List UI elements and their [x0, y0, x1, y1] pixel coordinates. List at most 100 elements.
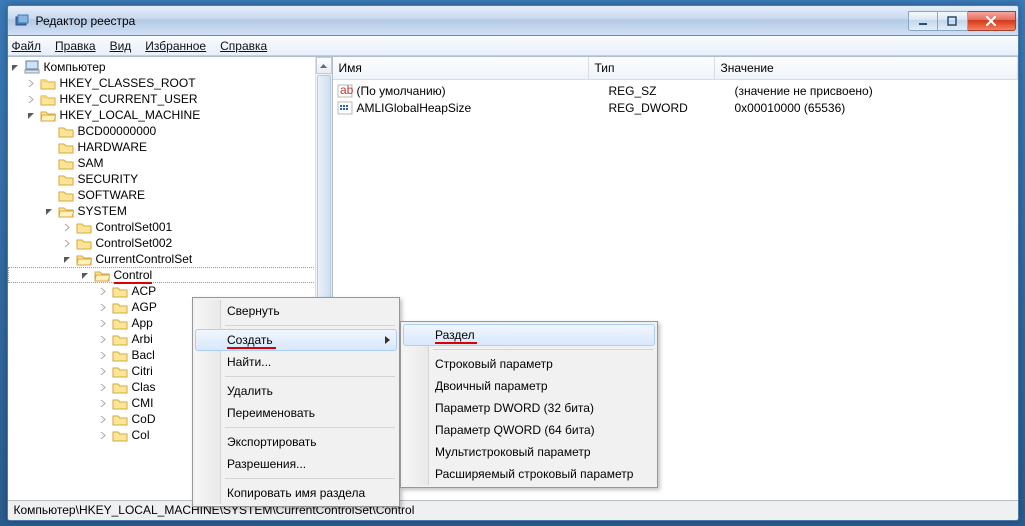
column-headers: Имя Тип Значение — [333, 57, 1018, 80]
ctx-export[interactable]: Экспортировать — [195, 431, 397, 453]
menu-help[interactable]: Справка — [220, 39, 267, 53]
chevron-right-icon[interactable] — [62, 221, 74, 233]
folder-icon — [112, 428, 128, 442]
folder-icon — [112, 284, 128, 298]
close-button[interactable] — [968, 11, 1016, 31]
ctx-new-binary[interactable]: Двоичный параметр — [403, 375, 655, 397]
folder-icon — [40, 76, 56, 90]
ctx-collapse[interactable]: Свернуть — [195, 300, 397, 322]
menu-view[interactable]: Вид — [110, 39, 132, 53]
folder-open-icon — [94, 268, 110, 282]
ctx-create[interactable]: Создать — [195, 329, 397, 351]
tree-item[interactable]: ControlSet002 — [8, 235, 332, 251]
column-value[interactable]: Значение — [715, 57, 1018, 79]
folder-open-icon — [58, 204, 74, 218]
chevron-right-icon[interactable] — [98, 381, 110, 393]
chevron-down-icon[interactable] — [26, 109, 38, 121]
svg-text:ab: ab — [340, 83, 353, 97]
folder-icon — [112, 316, 128, 330]
chevron-right-icon[interactable] — [98, 301, 110, 313]
chevron-down-icon[interactable] — [62, 253, 74, 265]
menu-file[interactable]: Файл — [12, 39, 42, 53]
value-data: 0x00010000 (65536) — [735, 101, 1018, 115]
column-name[interactable]: Имя — [333, 57, 589, 79]
menu-bar: Файл Правка Вид Избранное Справка — [8, 36, 1018, 56]
chevron-right-icon[interactable] — [26, 77, 38, 89]
maximize-button[interactable] — [938, 11, 968, 31]
ctx-find[interactable]: Найти... — [195, 351, 397, 373]
value-name: (По умолчанию) — [357, 84, 609, 98]
chevron-right-icon[interactable] — [98, 285, 110, 297]
tree-item[interactable]: HKEY_LOCAL_MACHINE — [8, 107, 332, 123]
folder-icon — [112, 380, 128, 394]
tree-item[interactable]: SAM — [8, 155, 332, 171]
chevron-right-icon[interactable] — [98, 413, 110, 425]
ctx-copyname[interactable]: Копировать имя раздела — [195, 482, 397, 504]
chevron-right-icon[interactable] — [26, 93, 38, 105]
folder-icon — [58, 140, 74, 154]
ctx-new-key[interactable]: Раздел — [403, 324, 655, 346]
folder-icon — [58, 172, 74, 186]
value-type: REG_SZ — [609, 84, 735, 98]
value-type: REG_DWORD — [609, 101, 735, 115]
folder-open-icon — [40, 108, 56, 122]
tree-item[interactable]: SECURITY — [8, 171, 332, 187]
annotation-redline — [114, 282, 152, 284]
tree-item[interactable]: HKEY_CURRENT_USER — [8, 91, 332, 107]
chevron-down-icon[interactable] — [10, 61, 22, 73]
chevron-right-icon[interactable] — [98, 429, 110, 441]
ctx-new-expandstring[interactable]: Расширяемый строковый параметр — [403, 463, 655, 485]
scroll-thumb[interactable] — [317, 75, 331, 325]
chevron-right-icon[interactable] — [98, 397, 110, 409]
folder-icon — [76, 220, 92, 234]
ctx-new-dword[interactable]: Параметр DWORD (32 бита) — [403, 397, 655, 419]
menu-favorites[interactable]: Избранное — [145, 39, 206, 53]
reg-sz-icon: ab — [337, 83, 353, 99]
folder-icon — [58, 188, 74, 202]
tree-item[interactable]: CurrentControlSet — [8, 251, 332, 267]
ctx-new-qword[interactable]: Параметр QWORD (64 бита) — [403, 419, 655, 441]
chevron-down-icon[interactable] — [44, 205, 56, 217]
value-row[interactable]: AMLIGlobalHeapSizeREG_DWORD0x00010000 (6… — [333, 99, 1018, 116]
tree-item[interactable]: SYSTEM — [8, 203, 332, 219]
tree-item-selected[interactable]: Control — [8, 267, 332, 283]
ctx-rename[interactable]: Переименовать — [195, 402, 397, 424]
ctx-permissions[interactable]: Разрешения... — [195, 453, 397, 475]
window-controls — [908, 11, 1016, 31]
tree-item[interactable]: ControlSet001 — [8, 219, 332, 235]
ctx-delete[interactable]: Удалить — [195, 380, 397, 402]
minimize-button[interactable] — [908, 11, 938, 31]
annotation-redline — [435, 342, 477, 344]
tree-root[interactable]: Компьютер — [8, 59, 332, 75]
value-row[interactable]: ab (По умолчанию)REG_SZ(значение не присв… — [333, 82, 1018, 99]
tree-item[interactable]: SOFTWARE — [8, 187, 332, 203]
chevron-right-icon[interactable] — [98, 333, 110, 345]
folder-icon — [112, 412, 128, 426]
chevron-right-icon[interactable] — [62, 237, 74, 249]
folder-icon — [112, 364, 128, 378]
chevron-right-icon[interactable] — [98, 317, 110, 329]
menu-edit[interactable]: Правка — [55, 39, 96, 53]
tree-item[interactable]: HKEY_CLASSES_ROOT — [8, 75, 332, 91]
scroll-up-button[interactable] — [316, 57, 332, 74]
status-bar: Компьютер\HKEY_LOCAL_MACHINE\SYSTEM\Curr… — [8, 500, 1018, 520]
computer-icon — [24, 60, 40, 74]
folder-icon — [112, 332, 128, 346]
app-icon — [14, 13, 30, 29]
ctx-new-multistring[interactable]: Мультистроковый параметр — [403, 441, 655, 463]
value-data: (значение не присвоено) — [735, 84, 1018, 98]
tree-item[interactable]: BCD00000000 — [8, 123, 332, 139]
ctx-new-string[interactable]: Строковый параметр — [403, 353, 655, 375]
reg-dword-icon — [337, 100, 353, 116]
folder-icon — [40, 92, 56, 106]
folder-icon — [112, 348, 128, 362]
column-type[interactable]: Тип — [589, 57, 715, 79]
chevron-right-icon[interactable] — [98, 349, 110, 361]
folder-icon — [58, 124, 74, 138]
context-menu-primary: Свернуть Создать Найти... Удалить Переим… — [192, 297, 400, 507]
chevron-right-icon[interactable] — [98, 365, 110, 377]
tree-item[interactable]: HARDWARE — [8, 139, 332, 155]
chevron-down-icon[interactable] — [80, 269, 92, 281]
folder-icon — [112, 300, 128, 314]
window-title: Редактор реестра — [36, 14, 902, 28]
